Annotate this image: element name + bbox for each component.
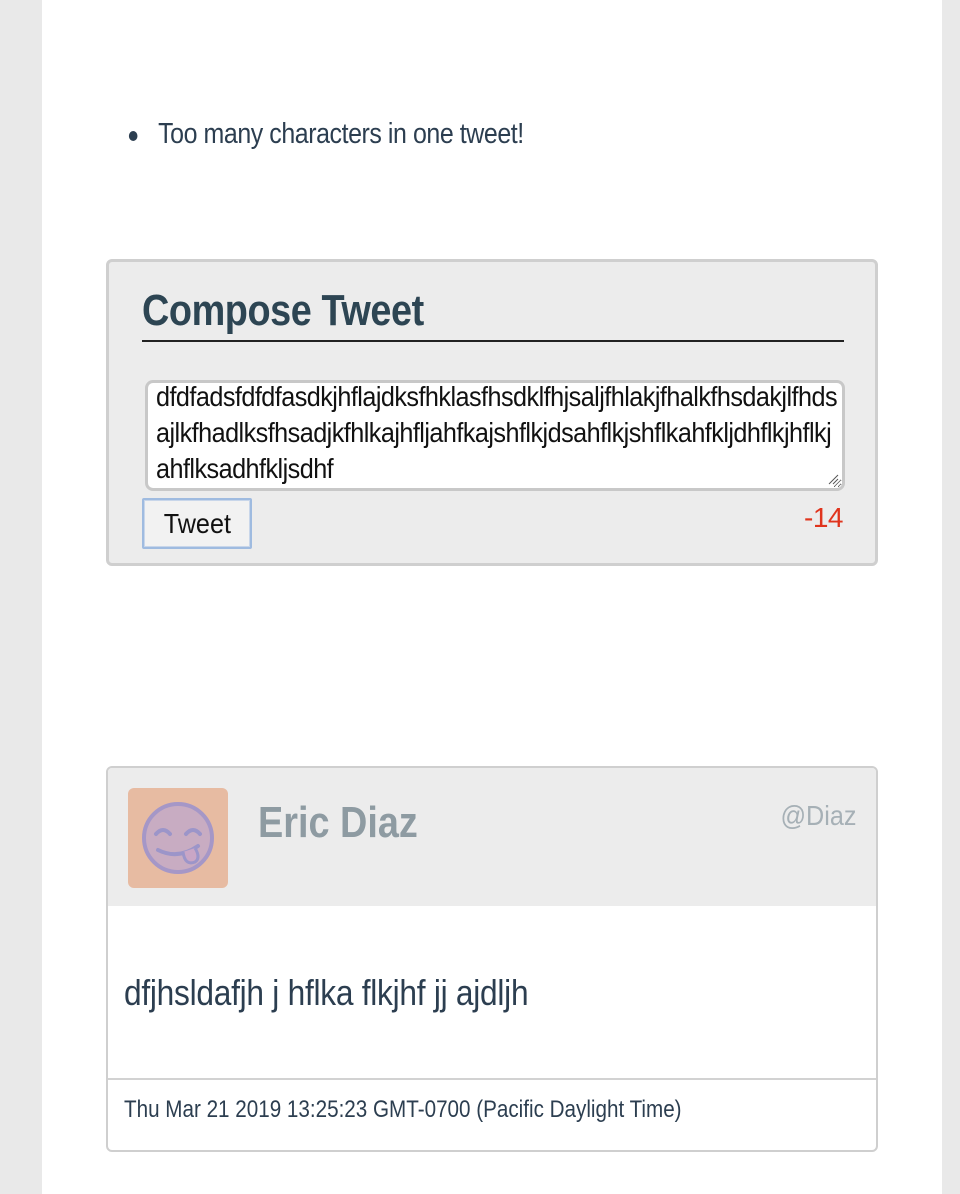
tweet-textarea-value: dfdfadsfdfdfasdkjhflajdksfhklasfhsdklfhj… [156, 381, 838, 484]
tweet-body: dfjhsldafjh j hflka flkjhf jj ajdljh [124, 972, 529, 1013]
author-handle: @Diaz [780, 800, 856, 831]
author-name: Eric Diaz [258, 798, 418, 847]
compose-title: Compose Tweet [142, 284, 844, 342]
resize-grip-icon[interactable] [827, 473, 839, 485]
tweet-header: Eric Diaz @Diaz [108, 768, 876, 906]
avatar [128, 788, 228, 888]
bullet-icon [128, 131, 138, 141]
error-list: Too many characters in one tweet! [122, 118, 589, 151]
error-message: Too many characters in one tweet! [158, 118, 524, 150]
tweet-card: Eric Diaz @Diaz dfjhsldafjh j hflka flkj… [106, 766, 878, 1152]
tweet-textarea[interactable]: dfdfadsfdfdfasdkjhflajdksfhklasfhsdklfhj… [145, 380, 845, 491]
character-counter: -14 [804, 502, 843, 533]
compose-tweet-panel: Compose Tweet dfdfadsfdfdfasdkjhflajdksf… [106, 259, 878, 566]
error-item: Too many characters in one tweet! [122, 118, 524, 151]
tweet-footer: Thu Mar 21 2019 13:25:23 GMT-0700 (Pacif… [108, 1078, 876, 1150]
tweet-button[interactable]: Tweet [142, 498, 252, 549]
tweet-timestamp: Thu Mar 21 2019 13:25:23 GMT-0700 (Pacif… [124, 1096, 682, 1123]
tongue-out-smiley-icon [142, 802, 214, 874]
